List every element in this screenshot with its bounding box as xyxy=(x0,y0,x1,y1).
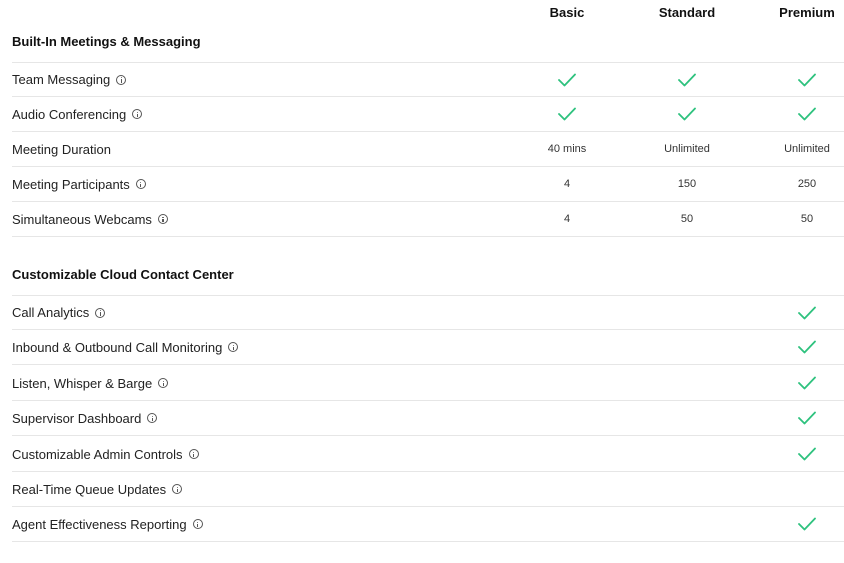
cell-basic: 4 xyxy=(563,213,571,225)
row-customizable-admin-controls: Customizable Admin Controls xyxy=(12,437,844,472)
row-audio-conferencing: Audio Conferencing xyxy=(12,97,844,132)
row-meeting-participants: Meeting Participants 4 150 250 xyxy=(12,167,844,202)
check-icon xyxy=(798,447,816,461)
feature-label: Agent Effectiveness Reporting xyxy=(12,507,203,541)
plan-header-premium: Premium xyxy=(779,5,835,20)
row-meeting-duration: Meeting Duration 40 mins Unlimited Unlim… xyxy=(12,132,844,167)
cell-basic: 4 xyxy=(563,178,571,190)
cell-premium xyxy=(747,296,844,329)
cell-premium xyxy=(747,97,844,131)
plan-header-basic: Basic xyxy=(549,5,585,20)
feature-label: Customizable Admin Controls xyxy=(12,437,199,471)
row-agent-effectiveness-reporting: Agent Effectiveness Reporting xyxy=(12,507,844,542)
section-title-meetings: Built-In Meetings & Messaging xyxy=(12,34,201,49)
info-icon[interactable] xyxy=(95,307,106,318)
check-icon xyxy=(798,376,816,390)
cell-basic: 40 mins xyxy=(547,143,587,155)
feature-label: Audio Conferencing xyxy=(12,97,143,131)
feature-label: Meeting Duration xyxy=(12,141,111,157)
check-icon xyxy=(678,107,696,121)
cell-premium xyxy=(747,330,844,364)
row-supervisor-dashboard: Supervisor Dashboard xyxy=(12,401,844,436)
info-icon[interactable] xyxy=(132,109,143,119)
feature-label: Team Messaging xyxy=(12,63,127,96)
row-team-messaging: Team Messaging xyxy=(12,62,844,97)
cell-premium xyxy=(747,366,844,400)
info-icon[interactable] xyxy=(188,449,199,459)
cell-standard: 150 xyxy=(677,178,697,190)
feature-label: Simultaneous Webcams xyxy=(12,202,168,236)
info-icon[interactable] xyxy=(116,74,127,85)
cell-premium xyxy=(747,401,844,435)
section-title-contact-center: Customizable Cloud Contact Center xyxy=(12,267,234,282)
cell-premium: 50 xyxy=(800,213,814,225)
check-icon xyxy=(798,306,816,319)
info-icon[interactable] xyxy=(157,214,168,224)
cell-premium: Unlimited xyxy=(784,143,830,155)
check-icon xyxy=(678,73,696,86)
cell-basic xyxy=(507,63,627,96)
feature-label: Inbound & Outbound Call Monitoring xyxy=(12,330,239,364)
check-icon xyxy=(798,411,816,425)
cell-standard: 50 xyxy=(680,213,694,225)
feature-label: Meeting Participants xyxy=(12,167,146,201)
info-icon[interactable] xyxy=(158,378,169,388)
row-inbound-outbound-monitoring: Inbound & Outbound Call Monitoring xyxy=(12,330,844,365)
plan-header-standard: Standard xyxy=(658,5,716,20)
cell-basic xyxy=(507,97,627,131)
check-icon xyxy=(558,73,576,86)
check-icon xyxy=(558,107,576,121)
cell-premium xyxy=(747,63,844,96)
row-simultaneous-webcams: Simultaneous Webcams 4 50 50 xyxy=(12,202,844,237)
row-call-analytics: Call Analytics xyxy=(12,295,844,330)
row-listen-whisper-barge: Listen, Whisper & Barge xyxy=(12,366,844,401)
feature-label: Listen, Whisper & Barge xyxy=(12,366,169,400)
info-icon[interactable] xyxy=(228,342,239,352)
feature-label: Call Analytics xyxy=(12,296,106,329)
check-icon xyxy=(798,107,816,121)
info-icon[interactable] xyxy=(192,519,203,529)
cell-premium xyxy=(747,507,844,541)
info-icon[interactable] xyxy=(135,179,146,189)
cell-standard xyxy=(627,63,747,96)
check-icon xyxy=(798,340,816,354)
cell-standard: Unlimited xyxy=(664,143,710,155)
check-icon xyxy=(798,517,816,531)
cell-premium: 250 xyxy=(797,178,817,190)
check-icon xyxy=(798,73,816,86)
info-icon[interactable] xyxy=(172,484,183,494)
feature-label: Supervisor Dashboard xyxy=(12,401,158,435)
feature-label: Real-Time Queue Updates xyxy=(12,472,183,506)
row-real-time-queue-updates: Real-Time Queue Updates xyxy=(12,472,844,507)
pricing-comparison-table: Basic Standard Premium Built-In Meetings… xyxy=(0,0,844,563)
info-icon[interactable] xyxy=(147,413,158,423)
cell-standard xyxy=(627,97,747,131)
cell-premium xyxy=(747,437,844,471)
